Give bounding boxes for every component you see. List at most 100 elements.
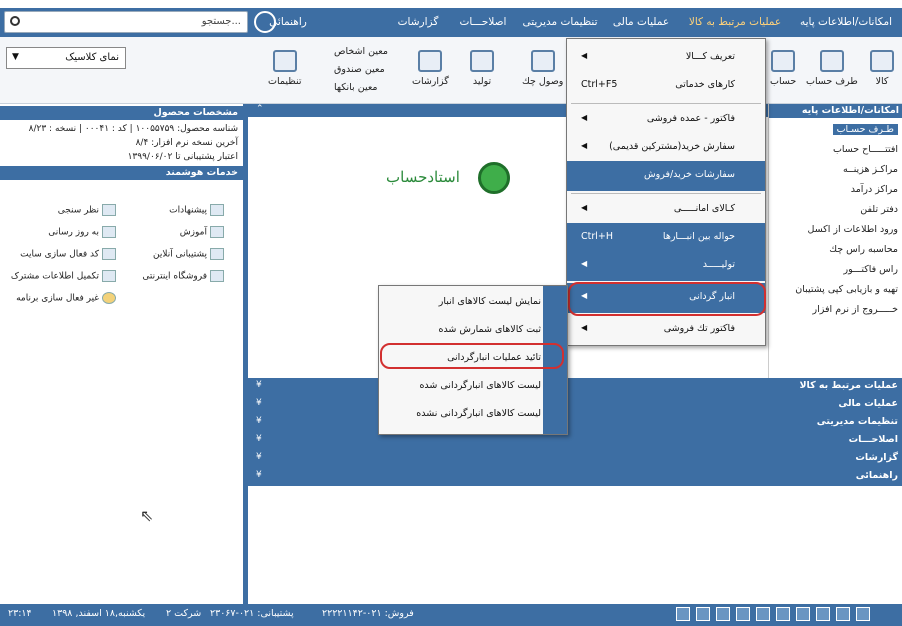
menu-item-define-goods[interactable]: تعریف کـــالا ◀	[567, 43, 765, 73]
status-company: شرکت ۲	[166, 608, 202, 619]
menu-item-services[interactable]: کارهای خدماتی Ctrl+F5	[567, 71, 765, 101]
menu-item-wholesale-invoice[interactable]: فاكتور - عمده فروشی ◀	[567, 105, 765, 135]
list-icon[interactable]	[756, 607, 770, 621]
menu-item-consignment[interactable]: کـالای امانـــــی ◀	[567, 195, 765, 225]
menu-reports[interactable]: گزارشات	[390, 8, 446, 37]
basic-info-header: امکانات/اطلاعات پایه	[769, 104, 902, 118]
view-style-value: نمای کلاسیک	[65, 52, 119, 63]
view-style-select[interactable]: نمای کلاسیک ▼	[6, 47, 126, 69]
chart-icon	[418, 50, 443, 72]
product-info-header: مشخصات محصول	[0, 106, 244, 120]
toolbar-goods-button[interactable]: کالا	[870, 50, 894, 87]
search-input[interactable]: جستجو...	[4, 11, 248, 33]
service-site-activation[interactable]: کد فعال سازی سایت	[20, 248, 116, 260]
menu-item-orders[interactable]: سفارشات خرید/فروش	[567, 161, 765, 191]
helper-persons[interactable]: معین اشخاص	[334, 46, 388, 57]
helper-banks[interactable]: معین بانکها	[334, 82, 378, 93]
nav-item-income-centers[interactable]: مراکز درآمد	[851, 184, 898, 195]
expand-icon[interactable]: ¥	[256, 452, 262, 462]
survey-icon	[102, 204, 116, 216]
search-icon[interactable]	[10, 16, 20, 26]
calculator-icon[interactable]	[676, 607, 690, 621]
brand-logo: استادحساب	[386, 160, 526, 200]
expand-icon[interactable]: ¥	[256, 416, 262, 426]
check-receive-icon	[530, 50, 555, 72]
notes-icon[interactable]	[736, 607, 750, 621]
grid-icon[interactable]	[856, 607, 870, 621]
user-icon[interactable]	[254, 11, 276, 33]
search-placeholder: جستجو...	[201, 16, 241, 27]
service-training[interactable]: آموزش	[180, 226, 224, 238]
submenu-show-goods[interactable]: نمایش لیست کالاهای انبار	[379, 288, 567, 316]
logo-text: استادحساب	[386, 168, 460, 186]
nav-item-open-account[interactable]: افتتـــــاح حساب	[833, 144, 898, 155]
logo-mark-icon	[478, 162, 510, 194]
menu-basic-info[interactable]: امکانات/اطلاعات پایه	[794, 8, 898, 37]
keyboard-icon[interactable]	[716, 607, 730, 621]
product-id-line: شناسه محصول: ۱۰۰۵۵۷۵۹ | کد : ۰۰۰۴۱ | نسخ…	[28, 124, 238, 134]
status-bar: ۲۳:۱۴ یکشنبه,۱۸ اسفند, ۱۳۹۸ شرکت ۲ پشتیب…	[0, 604, 902, 626]
document-icon	[102, 270, 116, 282]
menu-financial[interactable]: عملیات مالی	[606, 8, 676, 37]
nav-item-excel-import[interactable]: ورود اطلاعات از اکسل	[808, 224, 899, 235]
toolbar-production-button[interactable]: تولید	[470, 50, 494, 87]
activation-icon	[102, 248, 116, 260]
submenu-record-counted[interactable]: ثبت کالاهای شمارش شده	[379, 316, 567, 344]
section-help[interactable]: راهنمائی	[856, 470, 898, 481]
section-goods[interactable]: عملیات مرتبط به کالا	[799, 380, 898, 391]
menu-corrections[interactable]: اصلاحـــات	[452, 8, 514, 37]
nav-item-exit[interactable]: خـــــروج از نرم افزار	[813, 304, 898, 315]
gear-icon	[272, 50, 297, 72]
toolbar-receive-check-button[interactable]: وصول چك	[522, 50, 563, 87]
submenu-counted-list[interactable]: لیست کالاهای انبارگردانی شده	[379, 372, 567, 400]
service-suggestions[interactable]: پیشنهادات	[169, 204, 224, 216]
submenu-arrow-icon: ◀	[581, 203, 588, 212]
helper-cash[interactable]: معین صندوق	[334, 64, 385, 75]
toolbar-party-button[interactable]: طرف حساب	[806, 50, 858, 87]
factory-icon	[470, 50, 494, 72]
section-corrections[interactable]: اصلاحـــات	[849, 434, 898, 445]
service-deactivate[interactable]: غیر فعال سازی برنامه	[16, 292, 116, 304]
training-icon	[210, 226, 224, 238]
status-time: ۲۳:۱۴	[8, 608, 32, 619]
nav-item-phonebook[interactable]: دفتر تلفن	[860, 204, 898, 215]
collapse-icon[interactable]: ⌃	[256, 104, 264, 114]
status-date: یکشنبه,۱۸ اسفند, ۱۳۹۸	[52, 608, 146, 619]
submenu-arrow-icon: ◀	[581, 323, 588, 332]
section-financial[interactable]: عملیات مالی	[838, 398, 898, 409]
service-online-support[interactable]: پشتیبانی آنلاین	[153, 248, 224, 260]
nav-item-invoice-due[interactable]: راس فاكتـــور	[843, 264, 898, 275]
submenu-uncounted-list[interactable]: لیست کالاهای انبارگردانی نشده	[379, 400, 567, 428]
support-validity-line: اعتبار پشتیبانی تا ۱۳۹۹/۰۶/۰۲	[127, 152, 238, 162]
section-management[interactable]: تنظیمات مدیریتی	[817, 416, 898, 427]
menu-management[interactable]: تنظیمات مدیریتی	[518, 8, 602, 37]
nav-item-backup[interactable]: تهیه و بازیابی کپی پشتیبان	[795, 284, 898, 295]
toolbar-reports-button[interactable]: گزارشات	[412, 50, 449, 87]
chart-icon[interactable]	[796, 607, 810, 621]
expand-icon[interactable]: ¥	[256, 434, 262, 444]
share-icon[interactable]	[776, 607, 790, 621]
menu-item-production[interactable]: تولیـــــد ◀	[567, 251, 765, 281]
highlight-circle	[568, 282, 766, 316]
toolbar-account-button[interactable]: حساب	[770, 50, 796, 87]
tools-icon[interactable]	[816, 607, 830, 621]
window-icon[interactable]	[696, 607, 710, 621]
calendar-icon[interactable]	[836, 607, 850, 621]
menu-item-purchase-order-old[interactable]: سفارش خرید(مشترکین قدیمی) ◀	[567, 133, 765, 163]
toolbar-settings-button[interactable]: تنظیمات	[268, 50, 302, 87]
expand-icon[interactable]: ¥	[256, 380, 262, 390]
section-reports[interactable]: گزارشات	[855, 452, 898, 463]
nav-item-cost-centers[interactable]: مراکـز هزینــه	[843, 164, 898, 175]
submenu-arrow-icon: ◀	[581, 259, 588, 268]
service-update[interactable]: به روز رسانی	[48, 226, 116, 238]
menu-item-retail-invoice[interactable]: فاکتور تك فروشی ◀	[567, 315, 765, 345]
expand-icon[interactable]: ¥	[256, 398, 262, 408]
service-survey[interactable]: نظر سنجی	[58, 204, 116, 216]
menu-goods-operations[interactable]: عملیات مرتبط به کالا	[680, 8, 790, 37]
menu-item-warehouse-transfer[interactable]: حواله بین انبـــارها Ctrl+H	[567, 223, 765, 253]
service-online-store[interactable]: فروشگاه اینترنتی	[142, 270, 224, 282]
nav-item-party[interactable]: طـرف حسـاب	[832, 124, 898, 135]
service-complete-info[interactable]: تکمیل اطلاعات مشترک	[11, 270, 116, 282]
expand-icon[interactable]: ¥	[256, 470, 262, 480]
nav-item-check-due[interactable]: محاسبه راس چك	[829, 244, 898, 255]
